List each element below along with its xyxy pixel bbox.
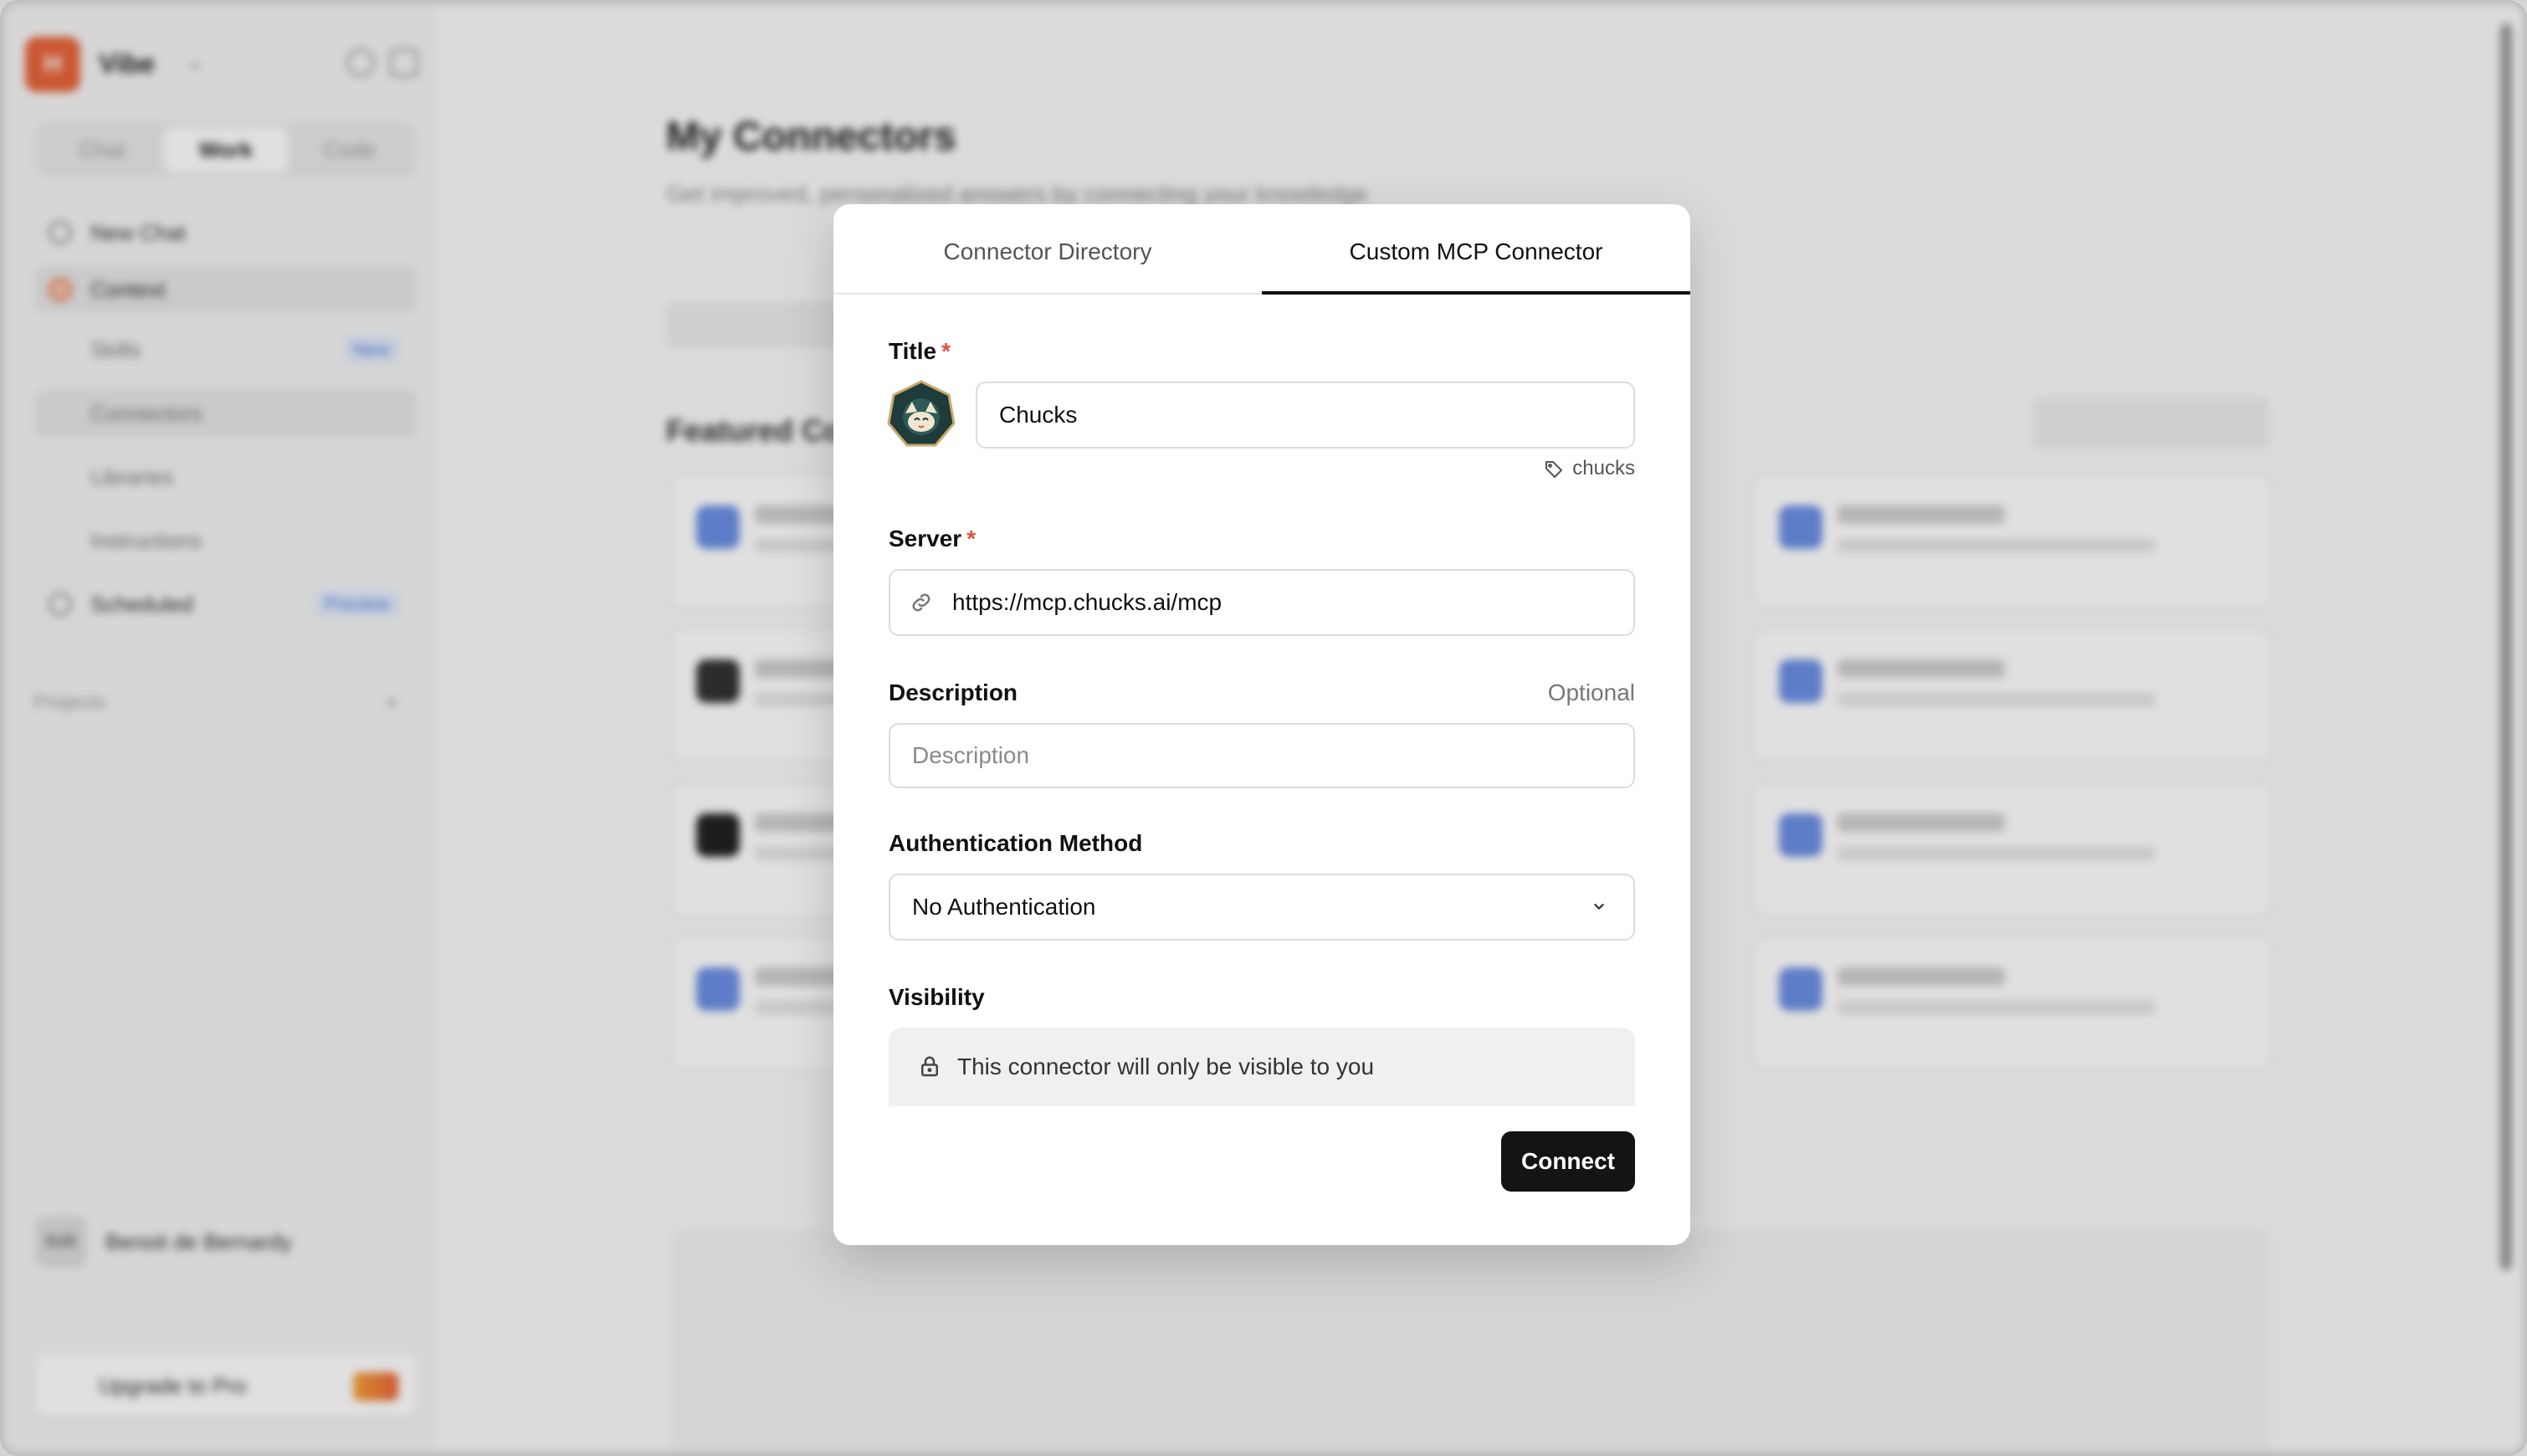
- optional-hint: Optional: [1547, 679, 1635, 705]
- visibility-text: This connector will only be visible to y…: [957, 1054, 1375, 1079]
- link-icon: [912, 593, 930, 612]
- custom-connector-dialog: Connector Directory Custom MCP Connector…: [833, 204, 1690, 1245]
- description-label: Description: [889, 679, 1018, 705]
- server-url-input[interactable]: https://mcp.chucks.ai/mcp: [889, 569, 1635, 636]
- tag-icon: [1545, 461, 1563, 478]
- title-label-text: Title: [889, 338, 937, 364]
- title-input[interactable]: Chucks: [976, 382, 1635, 449]
- slug-tag: chucks: [1544, 457, 1635, 480]
- server-url-value: https://mcp.chucks.ai/mcp: [952, 589, 1222, 615]
- server-label: Server *: [889, 525, 976, 552]
- lock-icon: [921, 1056, 938, 1077]
- dialog-tabs: Connector Directory Custom MCP Connector: [833, 204, 1690, 295]
- slug-text: chucks: [1572, 457, 1635, 479]
- connector-avatar-icon[interactable]: [887, 380, 956, 449]
- description-input[interactable]: Description: [889, 723, 1635, 788]
- auth-method-select[interactable]: No Authentication: [889, 874, 1635, 941]
- visibility-info: This connector will only be visible to y…: [889, 1028, 1635, 1106]
- tab-connector-directory[interactable]: Connector Directory: [833, 204, 1262, 293]
- required-mark: *: [966, 525, 976, 551]
- title-input-value: Chucks: [999, 402, 1078, 428]
- server-label-text: Server: [889, 525, 962, 551]
- tab-custom-mcp-connector[interactable]: Custom MCP Connector: [1262, 204, 1690, 295]
- chevron-down-icon: [1594, 904, 1604, 910]
- required-mark: *: [941, 338, 951, 364]
- description-placeholder: Description: [912, 742, 1030, 768]
- auth-method-label: Authentication Method: [889, 830, 1143, 856]
- visibility-label: Visibility: [889, 984, 985, 1010]
- auth-method-value: No Authentication: [912, 894, 1096, 920]
- connect-button[interactable]: Connect: [1501, 1131, 1635, 1192]
- title-label: Title *: [889, 338, 951, 365]
